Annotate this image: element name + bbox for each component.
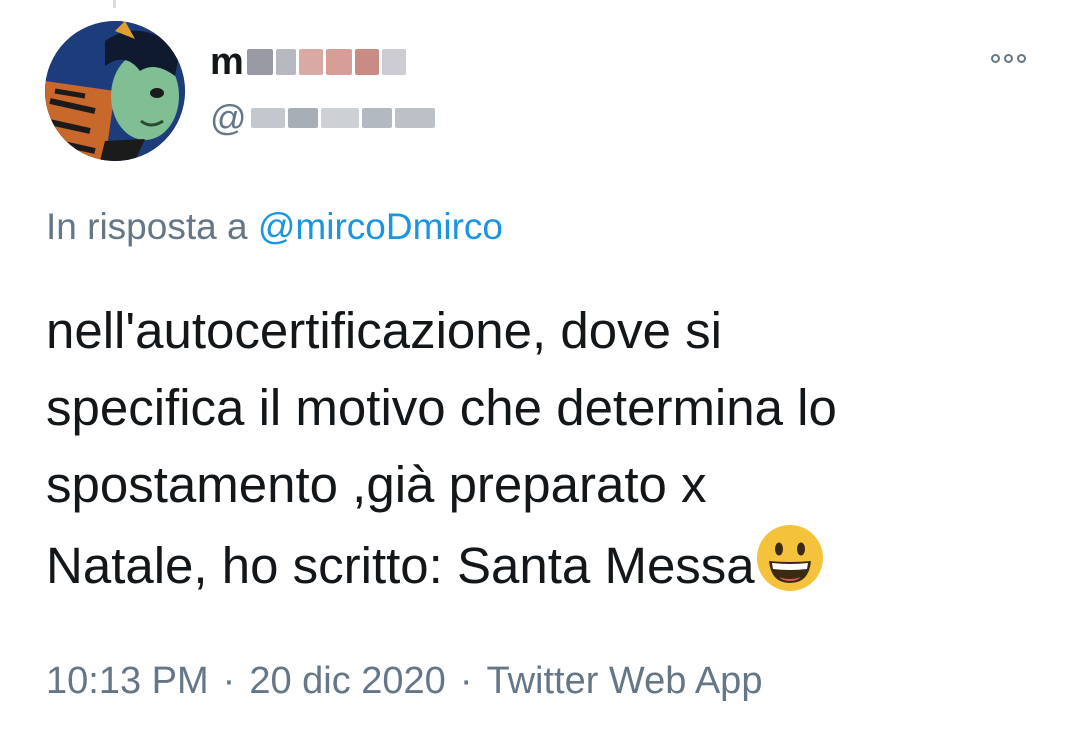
reply-context: In risposta a @mircoDmirco <box>46 206 503 248</box>
meta-separator: · <box>459 660 473 702</box>
tweet-source[interactable]: Twitter Web App <box>486 660 762 703</box>
display-name-redacted <box>246 49 406 75</box>
avatar-icon <box>45 21 185 161</box>
display-name[interactable]: m <box>210 40 406 84</box>
user-handle[interactable]: @ <box>210 96 435 140</box>
display-name-text: m <box>210 40 244 83</box>
tweet-metadata: 10:13 PM · 20 dic 2020 · Twitter Web App <box>46 660 762 703</box>
tweet-text-line: specifica il motivo che determina lo <box>46 379 837 436</box>
thread-connector-line <box>113 0 116 8</box>
grinning-face-emoji <box>756 525 823 591</box>
tweet-text-line-last: Natale, ho scritto: Santa Messa <box>46 523 1046 604</box>
reply-mention-link[interactable]: @mircoDmirco <box>258 206 503 247</box>
more-options-button[interactable] <box>982 46 1034 70</box>
handle-redacted <box>250 108 435 128</box>
meta-separator: · <box>222 660 236 702</box>
tweet-text: nell'autocertificazione, dove si specifi… <box>46 292 1046 604</box>
tweet-card: m @ In risposta a @mircoDmirco nell'auto… <box>0 0 1080 748</box>
handle-text: @ <box>210 97 247 138</box>
tweet-text-line: nell'autocertificazione, dove si <box>46 302 722 359</box>
tweet-date[interactable]: 20 dic 2020 <box>249 660 446 703</box>
reply-prefix: In risposta a <box>46 206 248 247</box>
tweet-text-line-content: Natale, ho scritto: Santa Messa <box>46 537 755 594</box>
tweet-text-line: spostamento ,già preparato x <box>46 456 707 513</box>
avatar[interactable] <box>45 21 185 161</box>
tweet-time[interactable]: 10:13 PM <box>46 660 209 703</box>
more-options-icon <box>990 53 1026 63</box>
